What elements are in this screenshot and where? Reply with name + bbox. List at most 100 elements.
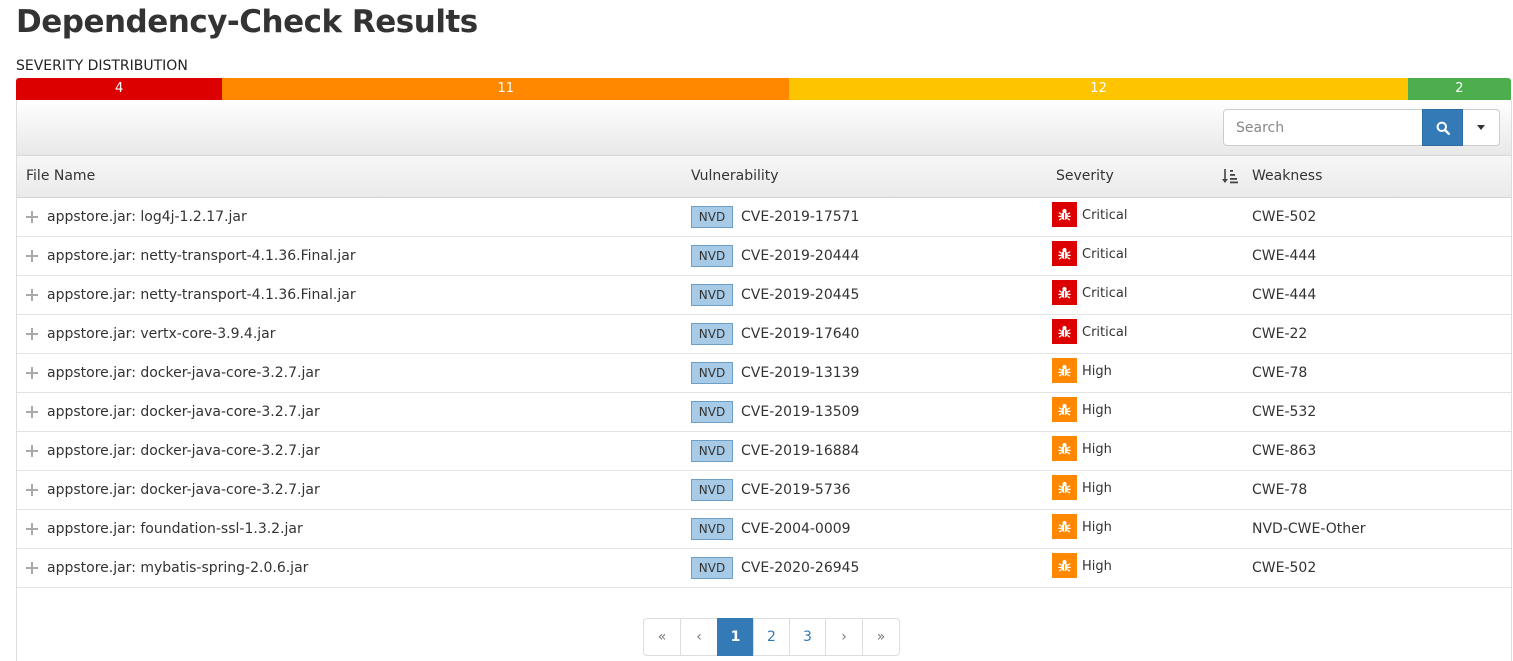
table-row: appstore.jar: docker-java-core-3.2.7.jar… [17,471,1511,510]
file-name: appstore.jar: netty-transport-4.1.36.Fin… [47,248,356,264]
cve-id[interactable]: CVE-2019-5736 [741,471,851,509]
bug-icon [1052,280,1077,305]
severity-label: Critical [1082,325,1128,340]
weakness: CWE-863 [1252,443,1317,459]
cve-id[interactable]: CVE-2019-17571 [741,198,859,236]
expand-plus-icon[interactable] [26,445,38,457]
bug-icon [1052,397,1077,422]
severity-label: Critical [1082,286,1128,301]
weakness: CWE-78 [1252,365,1308,381]
expand-plus-icon[interactable] [26,211,38,223]
bug-icon [1052,475,1077,500]
page-3-button[interactable]: 3 [789,618,826,656]
cve-id[interactable]: CVE-2019-20445 [741,276,859,314]
cve-id[interactable]: CVE-2004-0009 [741,510,851,548]
column-header-severity[interactable]: Severity [1056,156,1114,197]
source-badge[interactable]: NVD [691,479,733,501]
bug-icon [1052,358,1077,383]
severity-distribution-bar: 4 11 12 2 [16,78,1511,100]
severity-label: Critical [1082,208,1128,223]
prev-page-button[interactable]: ‹ [680,618,718,656]
results-panel: File Name Vulnerability Severity Weaknes… [16,100,1512,661]
table-header: File Name Vulnerability Severity Weaknes… [17,156,1511,198]
column-header-weakness[interactable]: Weakness [1252,156,1322,197]
weakness: CWE-78 [1252,482,1308,498]
expand-plus-icon[interactable] [26,250,38,262]
page: Dependency-Check Results SEVERITY DISTRI… [0,0,1513,661]
page-title: Dependency-Check Results [16,4,478,40]
weakness: CWE-444 [1252,287,1317,303]
search-input[interactable] [1223,109,1423,146]
file-name: appstore.jar: vertx-core-3.9.4.jar [47,326,276,342]
sort-descending-icon[interactable] [1221,167,1239,185]
page-2-button[interactable]: 2 [753,618,790,656]
cve-id[interactable]: CVE-2019-13509 [741,393,859,431]
file-name: appstore.jar: mybatis-spring-2.0.6.jar [47,560,309,576]
weakness: CWE-502 [1252,209,1317,225]
table-row: appstore.jar: docker-java-core-3.2.7.jar… [17,393,1511,432]
severity-distribution-label: SEVERITY DISTRIBUTION [16,58,188,74]
expand-plus-icon[interactable] [26,484,38,496]
severity-segment: 12 [789,78,1408,100]
search-icon [1436,121,1450,135]
source-badge[interactable]: NVD [691,284,733,306]
severity-segment: 11 [222,78,790,100]
bug-icon [1052,202,1077,227]
source-badge[interactable]: NVD [691,401,733,423]
cve-id[interactable]: CVE-2019-17640 [741,315,859,353]
expand-plus-icon[interactable] [26,523,38,535]
cve-id[interactable]: CVE-2019-16884 [741,432,859,470]
column-header-file-name[interactable]: File Name [26,156,95,197]
file-name: appstore.jar: docker-java-core-3.2.7.jar [47,365,320,381]
cve-id[interactable]: CVE-2020-26945 [741,549,859,587]
table-row: appstore.jar: netty-transport-4.1.36.Fin… [17,276,1511,315]
severity-label: High [1082,442,1112,457]
source-badge[interactable]: NVD [691,206,733,228]
last-page-button[interactable]: » [862,618,900,656]
bug-icon [1052,319,1077,344]
cve-id[interactable]: CVE-2019-13139 [741,354,859,392]
weakness: CWE-502 [1252,560,1317,576]
table-row: appstore.jar: netty-transport-4.1.36.Fin… [17,237,1511,276]
table-toolbar [17,100,1511,156]
expand-plus-icon[interactable] [26,289,38,301]
expand-plus-icon[interactable] [26,328,38,340]
source-badge[interactable]: NVD [691,362,733,384]
cve-id[interactable]: CVE-2019-20444 [741,237,859,275]
page-1-button[interactable]: 1 [717,618,754,656]
weakness: CWE-22 [1252,326,1308,342]
first-page-button[interactable]: « [643,618,681,656]
file-name: appstore.jar: log4j-1.2.17.jar [47,209,247,225]
file-name: appstore.jar: docker-java-core-3.2.7.jar [47,443,320,459]
table-row: appstore.jar: docker-java-core-3.2.7.jar… [17,432,1511,471]
source-badge[interactable]: NVD [691,557,733,579]
severity-label: High [1082,520,1112,535]
next-page-button[interactable]: › [825,618,863,656]
bug-icon [1052,436,1077,461]
expand-plus-icon[interactable] [26,367,38,379]
expand-plus-icon[interactable] [26,562,38,574]
search-options-dropdown[interactable] [1463,109,1500,146]
weakness: CWE-444 [1252,248,1317,264]
source-badge[interactable]: NVD [691,245,733,267]
table-row: appstore.jar: log4j-1.2.17.jar NVD CVE-201… [17,198,1511,237]
severity-segment: 4 [16,78,223,100]
pagination: «‹ 1 2 3 ›» [643,618,900,656]
severity-label: Critical [1082,247,1128,262]
file-name: appstore.jar: netty-transport-4.1.36.Fin… [47,287,356,303]
search-button[interactable] [1422,109,1463,146]
table-row: appstore.jar: foundation-ssl-1.3.2.jar NV… [17,510,1511,549]
expand-plus-icon[interactable] [26,406,38,418]
source-badge[interactable]: NVD [691,440,733,462]
weakness: CWE-532 [1252,404,1317,420]
bug-icon [1052,241,1077,266]
table-row: appstore.jar: mybatis-spring-2.0.6.jar NV… [17,549,1511,588]
severity-label: High [1082,403,1112,418]
table-row: appstore.jar: docker-java-core-3.2.7.jar… [17,354,1511,393]
source-badge[interactable]: NVD [691,518,733,540]
file-name: appstore.jar: docker-java-core-3.2.7.jar [47,482,320,498]
column-header-vulnerability[interactable]: Vulnerability [691,156,779,197]
severity-label: High [1082,559,1112,574]
source-badge[interactable]: NVD [691,323,733,345]
table-body: appstore.jar: log4j-1.2.17.jar NVD CVE-201… [17,198,1511,588]
